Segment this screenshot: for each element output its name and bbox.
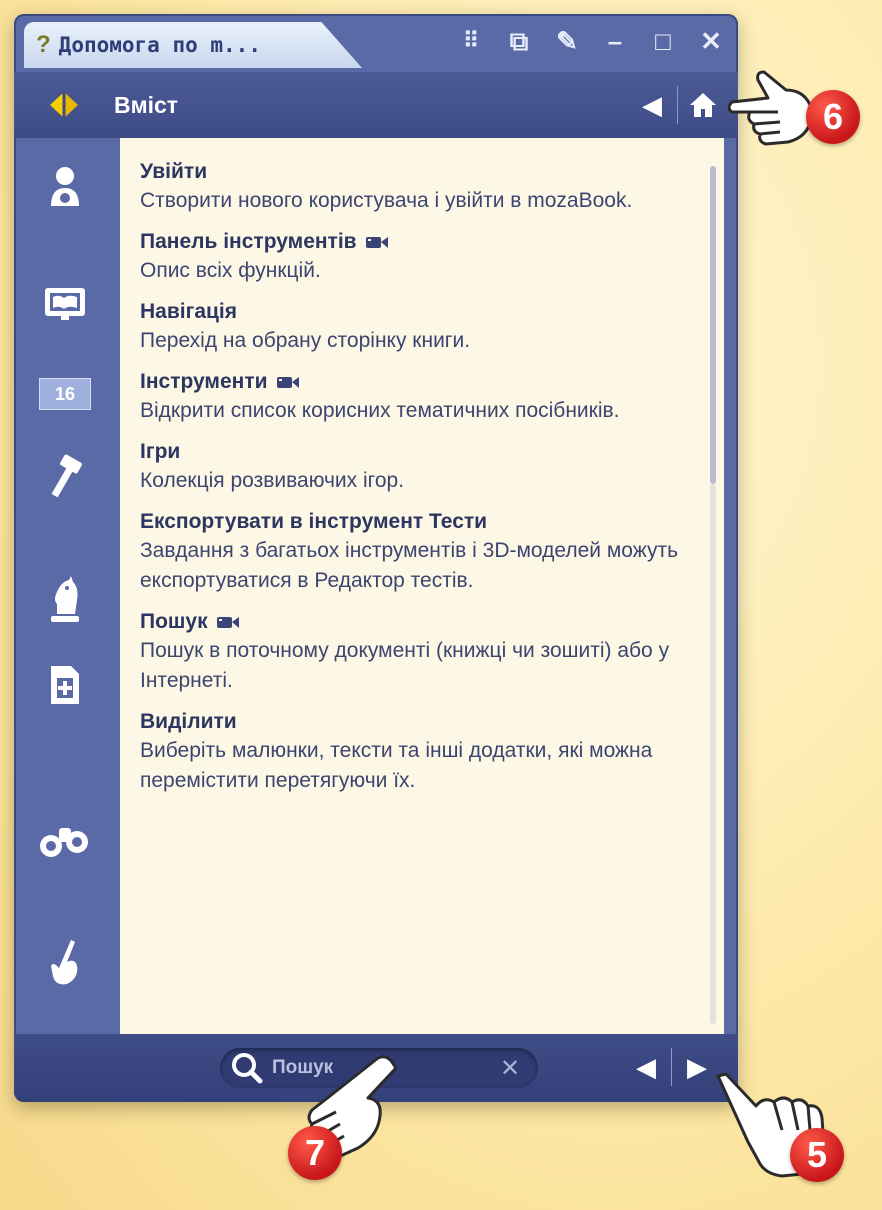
video-camera-icon[interactable]	[216, 614, 240, 630]
question-mark-icon: ?	[36, 31, 51, 58]
maximize-icon[interactable]: □	[648, 26, 678, 56]
entries-list: Увійти Створити нового користувача і увій…	[140, 158, 704, 808]
entry-description: Відкрити список корисних тематичних посі…	[140, 399, 620, 422]
scrollbar-thumb[interactable]	[710, 166, 716, 484]
entry-title-text: Ігри	[140, 440, 181, 463]
entry-title[interactable]: Увійти	[140, 158, 704, 186]
callout-badge-7: 7	[288, 1126, 342, 1180]
entry-title[interactable]: Експортувати в інструмент Тести	[140, 508, 704, 536]
entry-title[interactable]: Пошук	[140, 608, 704, 636]
header-buttons: ◀	[631, 84, 724, 126]
entry-title[interactable]: Панель інструментів	[140, 228, 704, 256]
entry-title[interactable]: Навігація	[140, 298, 704, 326]
export-icon[interactable]	[14, 662, 116, 708]
help-entry[interactable]: Експортувати в інструмент Тести Завдання …	[140, 508, 704, 596]
pencil-icon[interactable]: ✎	[552, 26, 582, 56]
callout-badge-5: 5	[790, 1128, 844, 1182]
help-entry[interactable]: Навігація Перехід на обрану сторінку книг…	[140, 298, 704, 356]
window-title: Допомога по m...	[58, 33, 261, 57]
help-window: ? Допомога по m... ⠿ ⧉ ✎ – □ ✕ Вміст ◀ 1…	[14, 14, 738, 1102]
window-title-tab[interactable]: ? Допомога по m...	[24, 22, 362, 68]
help-entry[interactable]: Пошук Пошук в поточному документі (книжці…	[140, 608, 704, 696]
home-icon	[690, 93, 716, 117]
binoculars-icon[interactable]	[14, 818, 116, 862]
entry-title-text: Навігація	[140, 300, 238, 323]
sidebar: 16	[14, 138, 116, 1034]
video-camera-icon[interactable]	[365, 234, 389, 250]
titlebar-buttons: ⠿ ⧉ ✎ – □ ✕	[456, 26, 726, 56]
minimize-icon[interactable]: –	[600, 26, 630, 56]
help-entry[interactable]: Інструменти Відкрити список корисних тема…	[140, 368, 704, 426]
help-entry[interactable]: Виділити Виберіть малюнки, тексти та інші…	[140, 708, 704, 796]
page-nav: ◀ ▶	[625, 1046, 718, 1088]
content-header: Вміст ◀	[14, 72, 738, 138]
back-button[interactable]: ◀	[631, 84, 673, 126]
book-icon[interactable]	[14, 284, 116, 322]
video-camera-icon[interactable]	[276, 374, 300, 390]
entry-description: Колекція розвиваючих ігор.	[140, 469, 405, 492]
entry-title-text: Інструменти	[140, 370, 268, 393]
grid-icon[interactable]: ⠿	[456, 26, 486, 56]
entry-title-text: Пошук	[140, 610, 208, 633]
previous-button[interactable]: ◀	[625, 1046, 667, 1088]
entry-title[interactable]: Ігри	[140, 438, 704, 466]
entry-title[interactable]: Виділити	[140, 708, 704, 736]
entry-title-text: Виділити	[140, 710, 237, 733]
page-number-icon[interactable]: 16	[14, 378, 116, 410]
entry-title-text: Панель інструментів	[140, 230, 357, 253]
help-entry[interactable]: Панель інструментів Опис всіх функцій.	[140, 228, 704, 286]
logo-icon	[14, 90, 114, 120]
entry-description: Опис всіх функцій.	[140, 259, 321, 282]
entry-title-text: Експортувати в інструмент Тести	[140, 510, 488, 533]
entry-description: Виберіть малюнки, тексти та інші додатки…	[140, 739, 653, 792]
pointer-hand-icon[interactable]	[14, 938, 116, 988]
header-separator	[677, 86, 678, 124]
help-entry[interactable]: Увійти Створити нового користувача і увій…	[140, 158, 704, 216]
footer-separator	[671, 1048, 672, 1086]
header-title: Вміст	[114, 91, 179, 118]
home-button[interactable]	[682, 84, 724, 126]
page-number: 16	[39, 378, 91, 410]
clear-search-icon[interactable]: ✕	[500, 1054, 520, 1083]
chess-knight-icon[interactable]	[14, 574, 116, 624]
search-icon	[232, 1053, 263, 1084]
pin-window-icon[interactable]: ⧉	[504, 26, 534, 56]
scrollbar-track[interactable]	[710, 484, 716, 1024]
close-icon[interactable]: ✕	[696, 26, 726, 56]
help-contents-panel[interactable]: Увійти Створити нового користувача і увій…	[120, 138, 724, 1034]
user-icon[interactable]	[14, 164, 116, 210]
entry-description: Перехід на обрану сторінку книги.	[140, 329, 471, 352]
entry-description: Завдання з багатьох інструментів і 3D-мо…	[140, 539, 679, 592]
entry-description: Пошук в поточному документі (книжці чи з…	[140, 639, 670, 692]
title-bar[interactable]: ? Допомога по m... ⠿ ⧉ ✎ – □ ✕	[14, 14, 738, 68]
help-entry[interactable]: Ігри Колекція розвиваючих ігор.	[140, 438, 704, 496]
callout-badge-6: 6	[806, 90, 860, 144]
hammer-icon[interactable]	[14, 454, 116, 498]
entry-title-text: Увійти	[140, 160, 208, 183]
entry-title[interactable]: Інструменти	[140, 368, 704, 396]
entry-description: Створити нового користувача і увійти в m…	[140, 189, 633, 212]
